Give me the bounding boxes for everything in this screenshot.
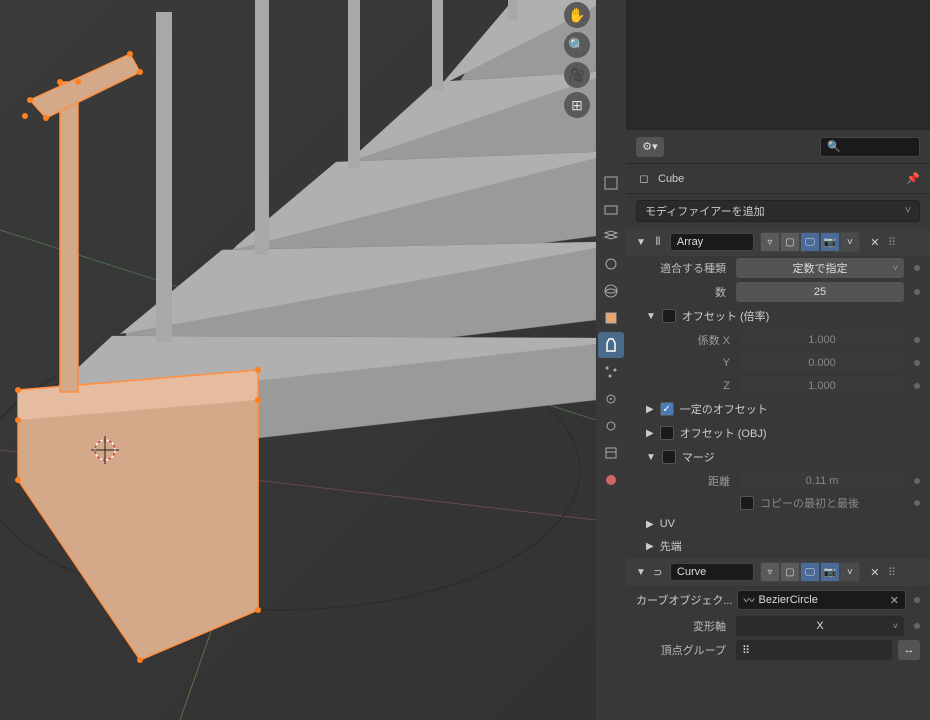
modifier-curve-header[interactable]: ▼ ⊃ ▿ ▢ 🖵 📷 ˅ ✕ ⠿ [626, 558, 930, 586]
factor-y-field[interactable]: 0.000 [740, 353, 904, 372]
anim-dot[interactable] [914, 265, 920, 271]
fit-type-dropdown[interactable]: 定数で指定˅ [736, 258, 904, 278]
tab-constraints[interactable] [598, 413, 624, 439]
first-last-label: コピーの最初と最後 [760, 495, 859, 511]
pan-icon[interactable]: ✋ [564, 2, 590, 28]
anim-dot[interactable] [914, 289, 920, 295]
add-modifier-label: モディファイアーを追加 [645, 203, 765, 219]
curve-icon: 〰 [744, 592, 755, 608]
viewport-3d[interactable]: ✋ 🔍 🎥 ⊞ [0, 0, 596, 720]
vgroup-label: 頂点グループ [636, 642, 730, 658]
mod-extras-button[interactable]: ˅ [840, 232, 860, 252]
object-name: Cube [658, 173, 684, 185]
mod-viewport-button[interactable]: 🖵 [800, 232, 820, 252]
tab-viewlayer[interactable] [598, 224, 624, 250]
vgroup-invert-button[interactable]: ↔ [898, 640, 920, 660]
count-field[interactable]: 25 [736, 282, 904, 302]
offset-object-checkbox[interactable] [660, 426, 674, 440]
add-modifier-dropdown[interactable]: モディファイアーを追加 ˅ [636, 200, 920, 222]
mod-delete-button[interactable]: ✕ [866, 233, 884, 251]
mod-drag-handle[interactable]: ⠿ [888, 236, 902, 249]
search-input[interactable]: 🔍 [820, 137, 920, 157]
uv-header[interactable]: ▶ UV [626, 514, 930, 534]
editor-type-button[interactable]: ⚙▾ [636, 137, 664, 157]
mod-render-button[interactable]: 📷 [820, 562, 840, 582]
clear-icon[interactable]: ✕ [890, 594, 899, 607]
tab-object[interactable] [598, 305, 624, 331]
fit-type-label: 適合する種類 [636, 260, 730, 276]
caps-header[interactable]: ▶ 先端 [626, 534, 930, 558]
deform-axis-label: 変形軸 [636, 618, 730, 634]
offset-constant-header[interactable]: ▶ 一定のオフセット [626, 397, 930, 421]
tab-particles[interactable] [598, 359, 624, 385]
object-icon: ◻ [636, 171, 652, 187]
modifier-name-input[interactable] [670, 233, 754, 251]
mod-extras-button[interactable]: ˅ [840, 562, 860, 582]
factor-z-field[interactable]: 1.000 [740, 376, 904, 395]
mod-delete-button[interactable]: ✕ [866, 563, 884, 581]
grid-icon[interactable]: ⊞ [564, 92, 590, 118]
viewport-content [0, 0, 596, 720]
mod-editmode-button[interactable]: ▿ [760, 562, 780, 582]
vgroup-field[interactable]: ⠿ [736, 640, 892, 660]
properties-tabs [596, 0, 626, 720]
tab-data[interactable] [598, 440, 624, 466]
camera-icon[interactable]: 🎥 [564, 62, 590, 88]
chevron-down-icon: ˅ [905, 205, 911, 217]
mod-render-button[interactable]: 📷 [820, 232, 840, 252]
offset-object-header[interactable]: ▶ オフセット (OBJ) [626, 421, 930, 445]
curve-object-field[interactable]: 〰 BezierCircle ✕ [737, 590, 906, 610]
zoom-icon[interactable]: 🔍 [564, 32, 590, 58]
mod-editmode-button[interactable]: ▿ [760, 232, 780, 252]
curve-object-label: カーブオブジェク... [636, 592, 733, 608]
factor-y-label: Y [666, 357, 734, 369]
merge-checkbox[interactable] [662, 450, 676, 464]
array-icon: ⫴ [650, 234, 666, 250]
count-label: 数 [636, 284, 730, 300]
tab-output[interactable] [598, 197, 624, 223]
tab-modifier[interactable] [598, 332, 624, 358]
offset-constant-checkbox[interactable] [660, 402, 674, 416]
breadcrumb: ◻ Cube 📌 [626, 164, 930, 194]
factor-z-label: Z [666, 380, 734, 392]
deform-axis-dropdown[interactable]: X˅ [736, 616, 904, 636]
merge-distance-label: 距離 [666, 473, 734, 489]
properties-panel: ⚙▾ 🔍 ◻ Cube 📌 モディファイアーを追加 ˅ ▼ ⫴ ▿ ▢ 🖵 📷 … [626, 0, 930, 720]
curve-mod-icon: ⊃ [650, 564, 666, 580]
tab-world[interactable] [598, 278, 624, 304]
tab-scene[interactable] [598, 251, 624, 277]
first-last-checkbox[interactable] [740, 496, 754, 510]
factor-x-field[interactable]: 1.000 [740, 330, 904, 349]
merge-distance-field[interactable]: 0.11 m [740, 471, 904, 490]
merge-header[interactable]: ▼ マージ [626, 445, 930, 469]
modifier-name-input[interactable] [670, 563, 754, 581]
modifier-array-header[interactable]: ▼ ⫴ ▿ ▢ 🖵 📷 ˅ ✕ ⠿ [626, 228, 930, 256]
mod-viewport-button[interactable]: 🖵 [800, 562, 820, 582]
mod-cage-button[interactable]: ▢ [780, 232, 800, 252]
expand-icon: ▼ [636, 237, 646, 248]
tab-render[interactable] [598, 170, 624, 196]
factor-x-label: 係数 X [666, 332, 734, 348]
offset-relative-header[interactable]: ▼ オフセット (倍率) [626, 304, 930, 328]
mod-cage-button[interactable]: ▢ [780, 562, 800, 582]
pin-icon[interactable]: 📌 [906, 172, 920, 185]
tab-material[interactable] [598, 467, 624, 493]
mod-drag-handle[interactable]: ⠿ [888, 566, 902, 579]
tab-physics[interactable] [598, 386, 624, 412]
offset-relative-checkbox[interactable] [662, 309, 676, 323]
